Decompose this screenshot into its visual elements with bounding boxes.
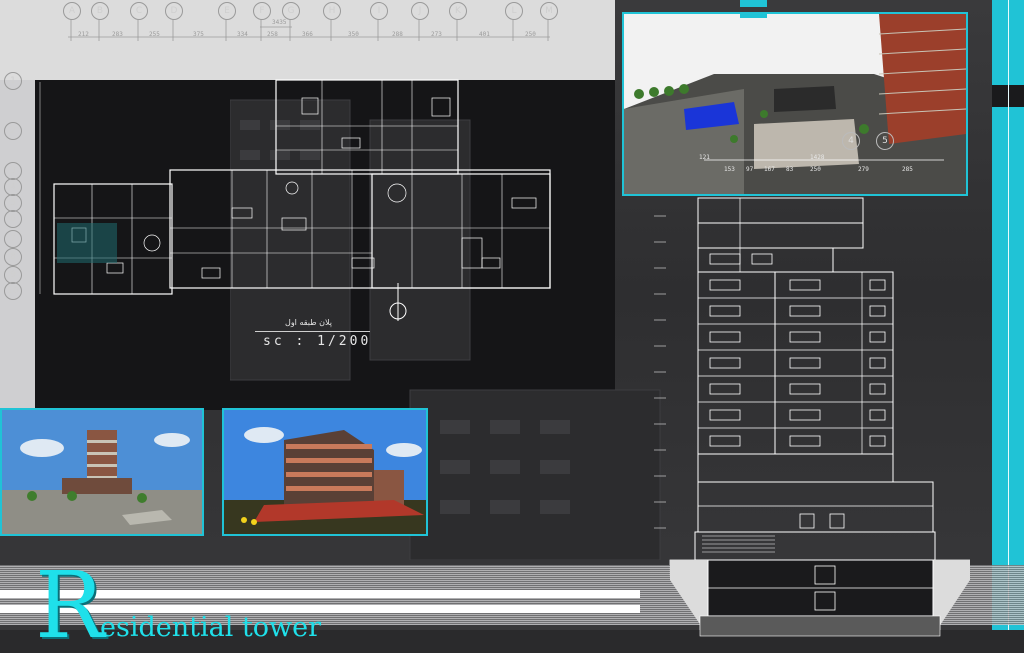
- render-axis-label: 4: [842, 132, 860, 150]
- render-dimension: 285: [902, 166, 913, 173]
- dimension: 375: [193, 31, 204, 38]
- total-dimension: 3435: [272, 19, 287, 26]
- render-dimension: 167: [764, 166, 775, 173]
- presentation-board: A B C D E F G H I J K L M 3435 212 283 2…: [0, 0, 1024, 653]
- dimension: 255: [149, 31, 160, 38]
- aerial-render-photo: 121 153 97 167 83 250 279 285 1428 4 5: [622, 12, 968, 196]
- render-dimension: 83: [786, 166, 794, 173]
- accent-bar-top-2: [740, 12, 767, 18]
- render-dimension: 97: [746, 166, 754, 173]
- dimension: 401: [479, 31, 490, 38]
- render-dimension: 250: [810, 166, 821, 173]
- scale-separator: :: [295, 334, 307, 349]
- grid-axis-label: 6: [4, 210, 22, 228]
- dimension-lines: [68, 20, 550, 41]
- dimension: 273: [431, 31, 442, 38]
- perspective-render-photo-1: [0, 408, 204, 536]
- render-dimension: 121: [699, 154, 710, 161]
- render-dimension: 279: [858, 166, 869, 173]
- caption-underline: [255, 331, 370, 332]
- accent-bar-top: [740, 0, 767, 7]
- perspective-render-image-1: [2, 410, 202, 534]
- grid-axis-label: 10: [4, 282, 22, 300]
- render-total-dimension: 1428: [810, 154, 825, 161]
- section-foundation: [670, 560, 970, 637]
- dimension: 283: [112, 31, 123, 38]
- dimension: 334: [237, 31, 248, 38]
- dimension: 288: [392, 31, 403, 38]
- dimension: 258: [267, 31, 278, 38]
- aerial-render-image: [624, 14, 966, 194]
- dimension: 350: [348, 31, 359, 38]
- dimension: 212: [78, 31, 89, 38]
- render-dimension: 153: [724, 166, 735, 173]
- floor-plan-drawing: [53, 79, 551, 321]
- grid-axis-label: 8: [4, 248, 22, 266]
- scale-label: sc: [263, 334, 285, 349]
- grid-axis-label: 1: [4, 72, 22, 90]
- perspective-render-photo-2: [222, 408, 428, 536]
- dimension: 366: [302, 31, 313, 38]
- dimension: 250: [525, 31, 536, 38]
- accent-line-right: [1008, 0, 1009, 653]
- left-grid-axis: 1 2 3 4 5 6 7 8 9 10: [4, 72, 54, 302]
- scale-value: 1/200: [317, 334, 372, 349]
- board-title: R: [35, 560, 104, 652]
- grid-axis-label: 7: [4, 230, 22, 248]
- top-grid-axis: A B C D E F G H I J K L M 3435 212 283 2…: [60, 2, 560, 42]
- plan-caption-fa: پلان طبقه اول: [285, 318, 332, 327]
- title-initial: R: [35, 552, 105, 653]
- plan-scale: sc : 1/200: [263, 334, 371, 349]
- render-axis-label: 5: [876, 132, 894, 150]
- grid-axis-label: 2: [4, 122, 22, 140]
- title-rest: esidential tower: [100, 612, 322, 643]
- perspective-render-image-2: [224, 410, 426, 534]
